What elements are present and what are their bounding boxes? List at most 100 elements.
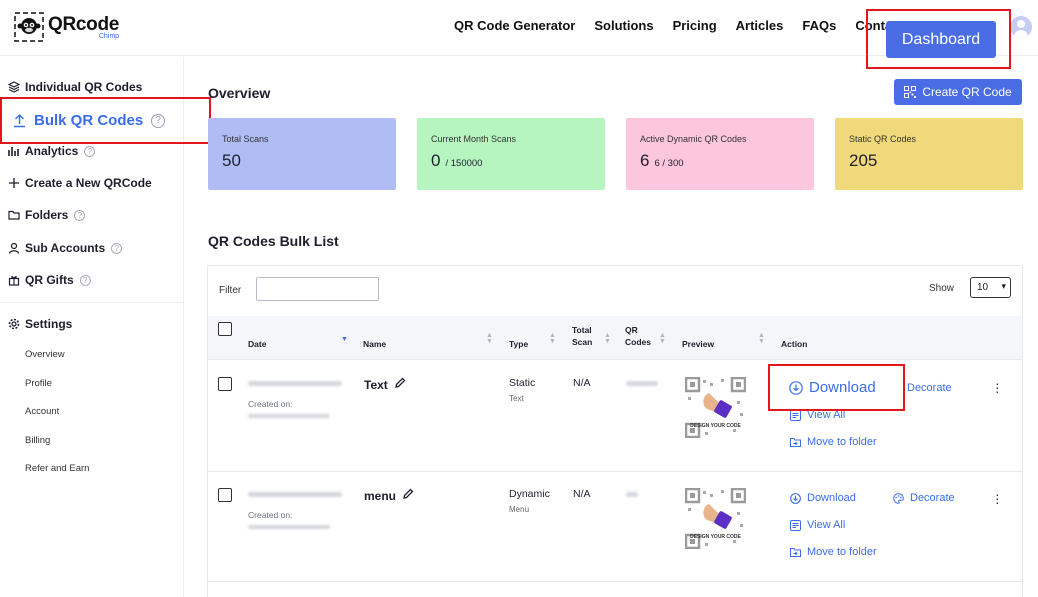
stat-label: Current Month Scans xyxy=(431,134,517,144)
page-size-select[interactable]: 10 ▾ xyxy=(970,277,1011,298)
folder-move-icon xyxy=(790,437,801,448)
blurred-date xyxy=(248,381,342,386)
bulk-list-title: QR Codes Bulk List xyxy=(208,233,339,249)
sidebar-item-folders[interactable]: Folders ? xyxy=(8,208,86,222)
blurred-created-date xyxy=(248,525,330,529)
stat-label: Static QR Codes xyxy=(849,134,917,144)
bulk-list-table: Filter Show 10 ▾ Date ▼ Name ▲ ▼ Type ▲ ▼ … xyxy=(207,265,1023,597)
sort-desc-icon[interactable]: ▼ xyxy=(341,336,348,343)
column-type[interactable]: Type xyxy=(509,338,528,350)
sidebar-item-label: Folders xyxy=(25,208,69,222)
column-date[interactable]: Date xyxy=(248,338,266,350)
settings-item-billing[interactable]: Billing xyxy=(25,435,50,446)
stat-value: 0/ 150000 xyxy=(431,151,483,170)
page-size-value: 10 xyxy=(977,282,989,293)
settings-item-overview[interactable]: Overview xyxy=(25,349,65,360)
sidebar-item-individual-qr-codes[interactable]: Individual QR Codes xyxy=(8,80,142,94)
column-total-scan[interactable]: Total Scan xyxy=(572,324,602,348)
help-icon[interactable]: ? xyxy=(111,242,123,254)
list-icon xyxy=(790,409,801,421)
highlight-dashboard xyxy=(866,9,1011,69)
user-avatar[interactable] xyxy=(1010,16,1032,38)
sidebar-item-create-new-qrcode[interactable]: Create a New QRCode xyxy=(8,176,152,190)
row-divider xyxy=(208,581,1022,582)
view-all-button[interactable]: View All xyxy=(790,519,845,531)
stat-card-active-dynamic: Active Dynamic QR Codes 66 / 300 xyxy=(626,118,814,190)
settings-item-account[interactable]: Account xyxy=(25,406,59,417)
filter-label: Filter xyxy=(219,285,242,296)
brand-logo[interactable]: QRcode Chimp xyxy=(14,12,119,42)
show-label: Show xyxy=(929,283,955,294)
highlight-download xyxy=(768,364,905,411)
download-button[interactable]: Download xyxy=(790,492,856,504)
qr-code-icon xyxy=(904,86,917,98)
create-qr-code-button[interactable]: Create QR Code xyxy=(894,79,1022,105)
move-to-folder-button[interactable]: Move to folder xyxy=(790,436,877,448)
nav-qr-code-generator[interactable]: QR Code Generator xyxy=(454,18,575,33)
plus-icon xyxy=(8,177,20,189)
more-options-icon[interactable]: · · · xyxy=(995,487,1000,509)
stat-card-current-month-scans: Current Month Scans 0/ 150000 xyxy=(417,118,605,190)
gift-icon xyxy=(8,274,20,286)
highlight-bulk-qr-codes xyxy=(0,97,211,144)
help-icon[interactable]: ? xyxy=(79,274,91,286)
sidebar-item-label: Sub Accounts xyxy=(25,241,106,255)
qr-preview[interactable]: DESIGN YOUR CODE xyxy=(684,376,747,439)
row-checkbox[interactable] xyxy=(218,377,232,391)
stat-label: Active Dynamic QR Codes xyxy=(640,134,747,144)
decorate-button[interactable]: Decorate xyxy=(907,382,952,394)
sort-icon[interactable]: ▲ ▼ xyxy=(659,332,666,345)
filter-input[interactable] xyxy=(256,277,379,301)
more-options-icon[interactable]: · · · xyxy=(995,376,1000,398)
list-icon xyxy=(790,519,801,531)
qr-preview[interactable]: DESIGN YOUR CODE xyxy=(684,487,747,550)
column-preview: Preview xyxy=(682,339,715,349)
nav-faqs[interactable]: FAQs xyxy=(802,18,836,33)
qr-name[interactable]: menu xyxy=(364,488,414,503)
blurred-created-date xyxy=(248,414,330,418)
stat-label: Total Scans xyxy=(222,134,269,144)
sort-icon[interactable]: ▲ ▼ xyxy=(758,332,765,345)
move-to-folder-button[interactable]: Move to folder xyxy=(790,546,877,558)
palette-icon xyxy=(893,492,904,504)
stat-value: 66 / 300 xyxy=(640,151,684,170)
sidebar-item-qr-gifts[interactable]: QR Gifts ? xyxy=(8,273,91,287)
sort-icon[interactable]: ▲ ▼ xyxy=(486,332,493,345)
help-icon[interactable]: ? xyxy=(84,145,96,157)
qr-type: Static xyxy=(509,377,536,389)
decorate-button[interactable]: Decorate xyxy=(893,492,955,504)
sidebar-item-analytics[interactable]: Analytics ? xyxy=(8,144,96,158)
overview-title: Overview xyxy=(208,85,271,101)
qr-type-sub: Menu xyxy=(509,505,530,514)
row-checkbox[interactable] xyxy=(218,488,232,502)
sidebar-item-settings[interactable]: Settings xyxy=(8,317,72,331)
help-icon[interactable]: ? xyxy=(74,209,86,221)
nav-articles[interactable]: Articles xyxy=(736,18,784,33)
bar-chart-icon xyxy=(8,145,20,157)
chimp-logo-icon xyxy=(14,12,44,42)
folder-move-icon xyxy=(790,547,801,558)
sort-icon[interactable]: ▲ ▼ xyxy=(549,332,556,345)
sort-icon[interactable]: ▲ ▼ xyxy=(604,332,611,345)
column-qr-codes[interactable]: QR Codes xyxy=(625,324,655,348)
qr-name[interactable]: Text xyxy=(364,377,406,392)
stack-icon xyxy=(8,81,20,93)
settings-item-profile[interactable]: Profile xyxy=(25,378,52,389)
stat-value: 50 xyxy=(222,151,241,170)
sidebar-item-sub-accounts[interactable]: Sub Accounts ? xyxy=(8,241,123,255)
stat-card-total-scans: Total Scans 50 xyxy=(208,118,396,190)
table-header: Date ▼ Name ▲ ▼ Type ▲ ▼ Total Scan ▲ ▼ QR … xyxy=(208,316,1022,360)
nav-pricing[interactable]: Pricing xyxy=(673,18,717,33)
select-all-checkbox[interactable] xyxy=(218,322,232,336)
blurred-date xyxy=(248,492,342,497)
pencil-icon[interactable] xyxy=(402,488,414,503)
column-name[interactable]: Name xyxy=(363,338,386,350)
pencil-icon[interactable] xyxy=(394,377,406,392)
total-scan: N/A xyxy=(573,377,591,389)
preview-caption: DESIGN YOUR CODE xyxy=(690,534,741,540)
nav-solutions[interactable]: Solutions xyxy=(594,18,653,33)
column-action: Action xyxy=(781,339,808,349)
sidebar-item-label: Create a New QRCode xyxy=(25,176,152,190)
settings-item-refer-and-earn[interactable]: Refer and Earn xyxy=(25,463,89,474)
user-icon xyxy=(8,242,20,254)
